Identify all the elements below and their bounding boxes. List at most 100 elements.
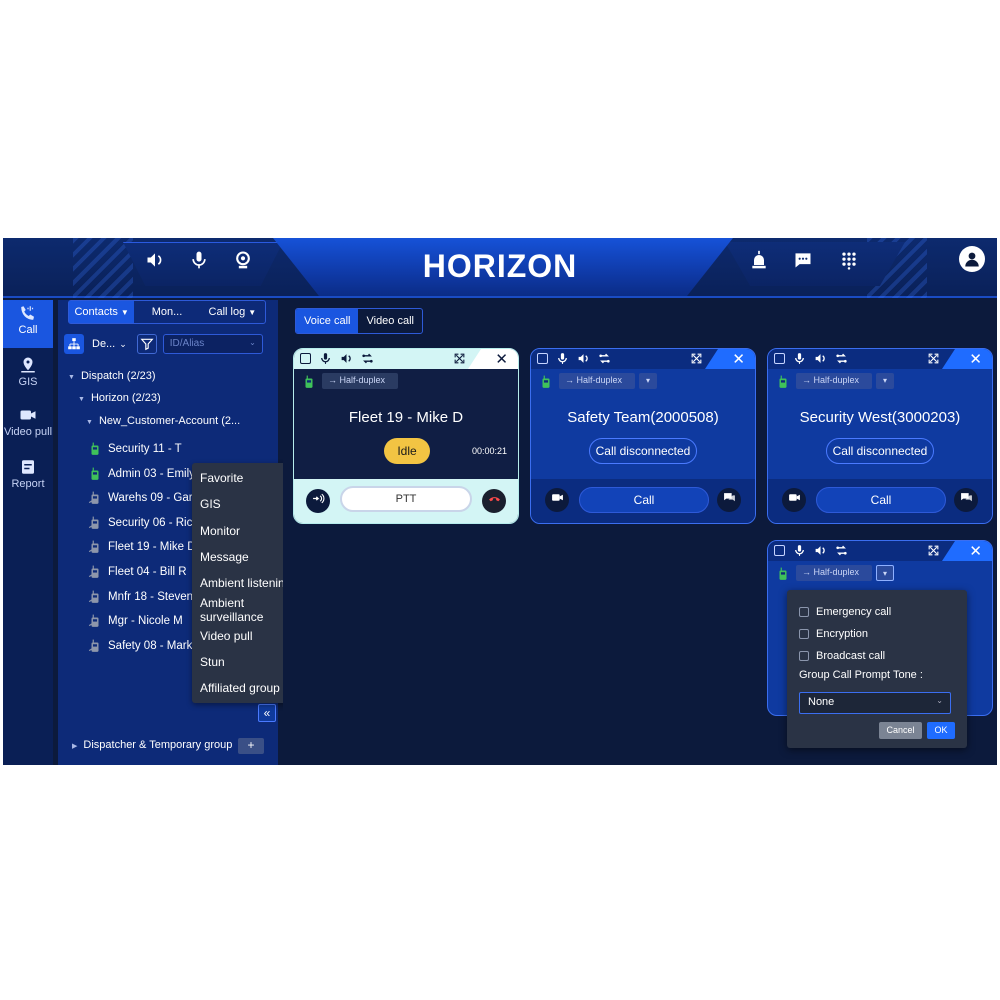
close-icon[interactable]: ✕ [495,350,508,368]
duplex-mode[interactable]: → Half-duplex [796,373,872,389]
emergency-call-checkbox[interactable]: Emergency call [799,604,891,620]
dialpad-icon[interactable] [837,248,861,272]
tab-monitor[interactable]: Mon... [134,301,199,323]
message-button[interactable] [954,488,978,512]
switch-icon[interactable] [361,352,374,370]
add-group-button[interactable]: + [238,738,264,754]
tree-node-root[interactable]: ▼ Dispatch (2/23) [68,370,156,382]
ptt-button[interactable]: PTT [340,486,472,512]
checkbox-box [799,629,809,639]
microphone-icon[interactable] [793,544,806,562]
tab-voice-call[interactable]: Voice call [296,309,359,333]
radio-offline-icon [88,590,102,604]
rail-item-video-pull[interactable]: Video pull [3,402,53,450]
expand-icon[interactable] [690,352,703,370]
cancel-button[interactable]: Cancel [879,722,922,739]
select-checkbox[interactable] [774,545,785,556]
nav-rail: Call GIS Video pull Report [3,300,53,765]
video-call-button[interactable] [545,488,569,512]
encryption-checkbox[interactable]: Encryption [799,626,868,642]
alarm-icon[interactable] [747,248,771,272]
duplex-mode[interactable]: → Half-duplex [322,373,398,389]
microphone-icon[interactable] [793,352,806,370]
card-toolbar-icons [300,352,374,370]
close-icon[interactable]: ✕ [732,350,745,368]
speaker-icon[interactable] [143,248,167,272]
tree-node-dispatcher[interactable]: ▶ Dispatcher & Temporary group [72,739,232,751]
video-call-button[interactable] [782,488,806,512]
options-dropdown-button[interactable]: ▾ [639,373,657,389]
call-card[interactable]: ✕ → Half-duplex ▾ Security West(3000203) Cal… [767,348,993,524]
message-button[interactable] [717,488,741,512]
prompt-tone-select[interactable]: None ⌄ [799,692,951,714]
search-input[interactable]: ID/Alias ⌄ [162,334,263,354]
rail-item-gis[interactable]: GIS [3,352,53,400]
card-title: Safety Team(2000508) [567,409,719,426]
tab-call-log[interactable]: Call log ▼ [200,301,265,323]
microphone-icon[interactable] [319,352,332,370]
expand-triangle-icon: ▼ [86,419,93,426]
switch-icon[interactable] [835,544,848,562]
tree-node-label: Dispatch (2/23) [80,370,156,382]
broadcast-call-checkbox[interactable]: Broadcast call [799,648,885,664]
user-icon[interactable] [959,246,985,272]
switch-icon[interactable] [835,352,848,370]
options-dropdown-button[interactable]: ▾ [876,565,894,581]
speaker-icon[interactable] [814,544,827,562]
rail-item-report[interactable]: Report [3,454,53,502]
tab-video-call[interactable]: Video call [358,309,422,333]
collapse-panel-button[interactable]: « [258,704,276,722]
expand-icon[interactable] [927,352,940,370]
rail-item-label: Video pull [3,426,53,438]
view-selector[interactable]: De... [92,338,115,350]
menu-item-label: Affiliated group [200,681,280,696]
speaker-icon[interactable] [577,352,590,370]
hangup-icon [488,492,501,510]
checkbox-label: Encryption [816,628,868,640]
radio-offline-icon [88,639,102,653]
radio-offline-icon [88,516,102,530]
speaker-icon[interactable] [340,352,353,370]
checkbox-label: Broadcast call [816,650,886,662]
radio-offline-icon [88,614,102,628]
switch-icon[interactable] [598,352,611,370]
microphone-icon[interactable] [187,248,211,272]
microphone-icon[interactable] [556,352,569,370]
tab-contacts[interactable]: Contacts ▼ [69,301,135,323]
rail-item-label: Report [11,478,45,490]
hangup-button[interactable] [482,489,506,513]
webcam-icon[interactable] [231,248,255,272]
member-name: Warehs 09 - Gary [108,492,199,505]
chevron-down-icon[interactable]: ⌄ [119,339,127,350]
filter-icon [140,338,154,351]
rail-item-call[interactable]: Call [3,300,53,348]
menu-item-label: Favorite [200,471,244,485]
tree-node-subgroup[interactable]: ▼ New_Customer-Account (2... [86,415,240,427]
call-button[interactable]: Call [579,487,709,513]
select-checkbox[interactable] [537,353,548,364]
member-name: Safety 08 - Mark [108,639,193,652]
chevron-down-icon: ⌄ [936,696,943,705]
chat-icon [723,491,736,509]
call-card[interactable]: ✕ → Half-duplex ▾ Safety Team(2000508) Call … [530,348,756,524]
speaker-icon[interactable] [814,352,827,370]
expand-icon[interactable] [453,352,466,370]
radio-online-icon [776,567,790,581]
ptt-mode-button[interactable] [306,489,330,513]
options-dropdown-button[interactable]: ▾ [876,373,894,389]
select-checkbox[interactable] [300,353,311,364]
select-checkbox[interactable] [774,353,785,364]
duplex-mode[interactable]: → Half-duplex [559,373,635,389]
list-item[interactable]: Security 11 - T [88,438,268,460]
message-icon[interactable] [791,248,815,272]
call-button[interactable]: Call [816,487,946,513]
tree-node-group[interactable]: ▼ Horizon (2/23) [78,392,161,404]
expand-icon[interactable] [927,544,940,562]
active-call-card[interactable]: ✕ → Half-duplex Fleet 19 - Mike D Idle 00:00… [293,348,519,524]
filter-button[interactable] [136,334,157,354]
ok-button[interactable]: OK [927,722,955,739]
org-tree-button[interactable] [64,334,84,354]
duplex-mode[interactable]: → Half-duplex [796,565,872,581]
close-icon[interactable]: ✕ [969,350,982,368]
close-icon[interactable]: ✕ [969,542,982,560]
